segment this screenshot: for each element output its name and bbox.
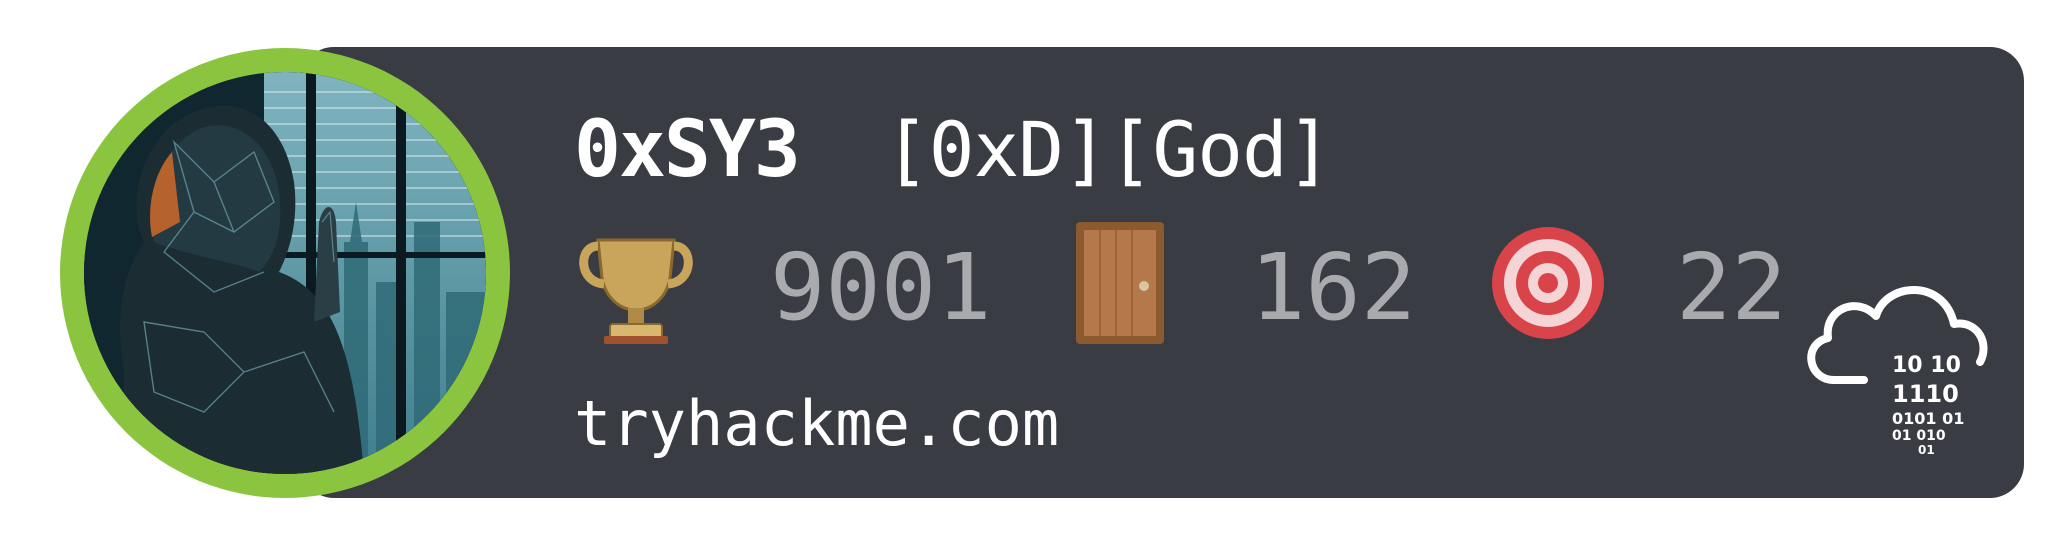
avatar (84, 72, 486, 474)
door-icon (1070, 218, 1194, 348)
trophy-icon (574, 218, 698, 348)
logo-binary-line-5: 01 (1918, 443, 1935, 457)
rooms-value: 162 (1250, 234, 1417, 341)
site-url: tryhackme.com (574, 387, 1060, 460)
avatar-hooded-figure-image (84, 72, 486, 474)
logo-binary-line-3: 0101 01 (1892, 409, 1964, 428)
tryhackme-badge: 0xSY3 [0xD][God] 9001 162 22 tryhackme.c… (0, 0, 2064, 543)
points-value: 9001 (770, 234, 992, 341)
logo-binary-line-4: 01 010 (1892, 428, 1946, 444)
badges-value: 22 (1676, 234, 1787, 341)
target-icon (1486, 218, 1610, 348)
logo-binary-line-2: 1110 (1892, 380, 1959, 408)
logo-binary-line-1: 10 10 (1892, 353, 1961, 378)
tryhackme-cloud-logo-icon: 10 10 1110 0101 01 01 010 01 (1794, 268, 1994, 458)
rank-label: [0xD][God] (884, 105, 1333, 194)
username: 0xSY3 (574, 105, 801, 195)
